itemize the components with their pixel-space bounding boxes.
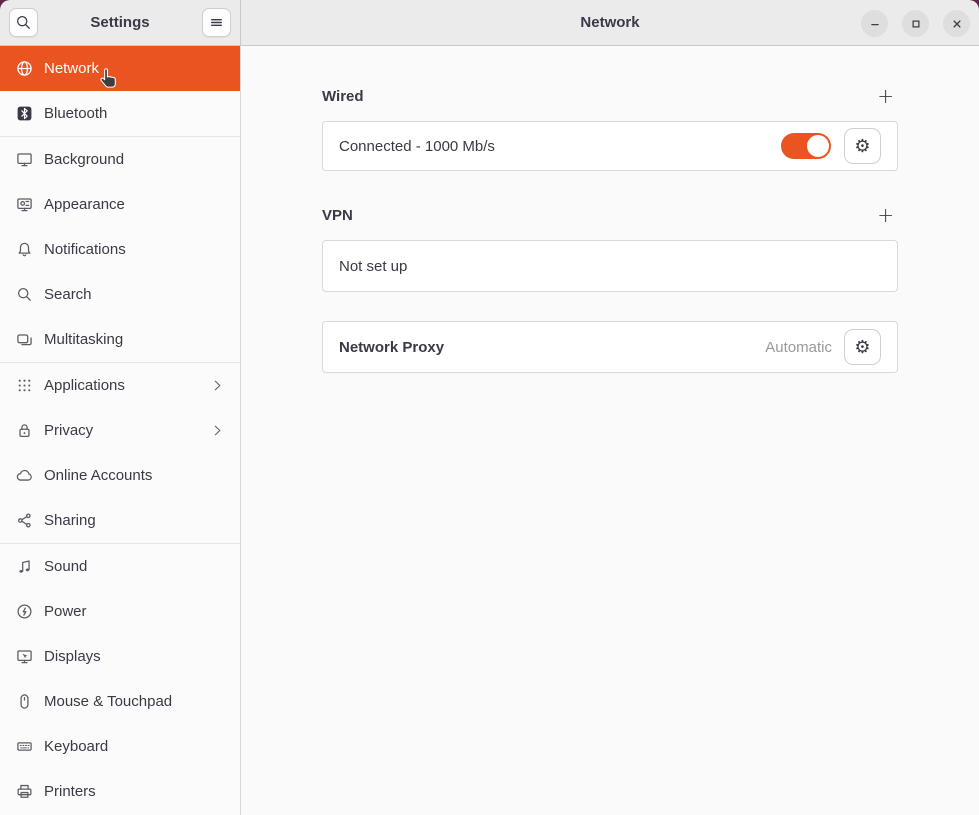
cloud-icon <box>16 467 33 484</box>
gear-icon: ⚙ <box>854 337 870 358</box>
chevron-right-icon <box>209 377 226 394</box>
sidebar-item-label: Multitasking <box>44 331 123 348</box>
sidebar-item-online-accounts[interactable]: Online Accounts <box>0 453 240 498</box>
sidebar-item-sound[interactable]: Sound <box>0 544 240 589</box>
windows-icon <box>16 331 33 348</box>
minimize-icon <box>868 17 882 31</box>
wired-section-header: Wired + <box>322 88 898 104</box>
sidebar-item-search[interactable]: Search <box>0 272 240 317</box>
sidebar-item-network[interactable]: Network <box>0 46 240 91</box>
sidebar-item-displays[interactable]: Displays <box>0 634 240 679</box>
monitor-icon <box>16 151 33 168</box>
sidebar-headerbar: Settings <box>0 0 241 46</box>
minimize-button[interactable] <box>861 10 888 37</box>
sidebar-item-multitasking[interactable]: Multitasking <box>0 317 240 362</box>
wired-connection-row: Connected - 1000 Mb/s ⚙ <box>322 121 898 171</box>
sidebar-item-label: Background <box>44 151 124 168</box>
bell-icon <box>16 241 33 258</box>
sidebar-item-sharing[interactable]: Sharing <box>0 498 240 543</box>
sidebar-item-label: Privacy <box>44 422 93 439</box>
wired-toggle-switch[interactable] <box>781 133 831 159</box>
sidebar-item-label: Sound <box>44 558 87 575</box>
app-title: Settings <box>90 14 149 31</box>
vpn-status-label: Not set up <box>339 258 407 275</box>
sidebar-item-label: Appearance <box>44 196 125 213</box>
proxy-settings-button[interactable]: ⚙ <box>844 329 881 365</box>
music-note-icon <box>16 558 33 575</box>
sidebar-item-power[interactable]: Power <box>0 589 240 634</box>
add-vpn-button[interactable]: + <box>873 207 898 223</box>
wired-section-title: Wired <box>322 88 364 105</box>
close-button[interactable] <box>943 10 970 37</box>
sidebar-item-printers[interactable]: Printers <box>0 769 240 814</box>
sidebar-item-bluetooth[interactable]: Bluetooth <box>0 91 240 136</box>
mouse-icon <box>16 693 33 710</box>
search-icon <box>15 14 32 31</box>
search-button[interactable] <box>9 8 38 37</box>
vpn-section-title: VPN <box>322 207 353 224</box>
toggle-knob <box>807 135 829 157</box>
display-icon <box>16 648 33 665</box>
power-icon <box>16 603 33 620</box>
hamburger-icon <box>208 14 225 31</box>
share-icon <box>16 512 33 529</box>
maximize-button[interactable] <box>902 10 929 37</box>
sidebar-item-label: Bluetooth <box>44 105 107 122</box>
chevron-right-icon <box>209 422 226 439</box>
settings-sidebar: Network Bluetooth Background Appearance <box>0 46 241 815</box>
page-title: Network <box>580 14 639 31</box>
sidebar-item-notifications[interactable]: Notifications <box>0 227 240 272</box>
vpn-status-row: Not set up <box>322 240 898 292</box>
printer-icon <box>16 783 33 800</box>
close-icon <box>950 17 964 31</box>
wired-settings-button[interactable]: ⚙ <box>844 128 881 164</box>
sidebar-item-label: Notifications <box>44 241 126 258</box>
proxy-label: Network Proxy <box>339 339 444 356</box>
network-panel: Wired + Connected - 1000 Mb/s ⚙ VPN + No… <box>241 46 979 815</box>
settings-window: Settings Network <box>0 0 979 815</box>
sidebar-item-label: Power <box>44 603 87 620</box>
vpn-section-header: VPN + <box>322 207 898 223</box>
network-content: Wired + Connected - 1000 Mb/s ⚙ VPN + No… <box>322 88 898 373</box>
menu-button[interactable] <box>202 8 231 37</box>
wired-status-label: Connected - 1000 Mb/s <box>339 138 495 155</box>
sidebar-item-privacy[interactable]: Privacy <box>0 408 240 453</box>
maximize-icon <box>909 17 923 31</box>
sidebar-item-label: Search <box>44 286 92 303</box>
sidebar-item-label: Mouse & Touchpad <box>44 693 172 710</box>
sidebar-item-label: Applications <box>44 377 125 394</box>
sidebar-item-appearance[interactable]: Appearance <box>0 182 240 227</box>
network-proxy-row: Network Proxy Automatic ⚙ <box>322 321 898 373</box>
lock-icon <box>16 422 33 439</box>
sidebar-item-label: Network <box>44 60 99 77</box>
bluetooth-icon <box>16 105 33 122</box>
globe-icon <box>16 60 33 77</box>
sidebar-item-applications[interactable]: Applications <box>0 363 240 408</box>
sidebar-item-label: Online Accounts <box>44 467 152 484</box>
sidebar-item-label: Keyboard <box>44 738 108 755</box>
magnifier-icon <box>16 286 33 303</box>
grid-icon <box>16 377 33 394</box>
monitor-paint-icon <box>16 196 33 213</box>
add-wired-connection-button[interactable]: + <box>873 88 898 104</box>
sidebar-item-label: Displays <box>44 648 101 665</box>
keyboard-icon <box>16 738 33 755</box>
sidebar-item-mouse-touchpad[interactable]: Mouse & Touchpad <box>0 679 240 724</box>
sidebar-item-background[interactable]: Background <box>0 137 240 182</box>
proxy-value: Automatic <box>765 339 832 356</box>
sidebar-item-label: Printers <box>44 783 96 800</box>
main-headerbar: Network <box>241 0 979 46</box>
gear-icon: ⚙ <box>854 136 870 157</box>
window-controls <box>861 10 970 37</box>
sidebar-item-label: Sharing <box>44 512 96 529</box>
sidebar-item-keyboard[interactable]: Keyboard <box>0 724 240 769</box>
